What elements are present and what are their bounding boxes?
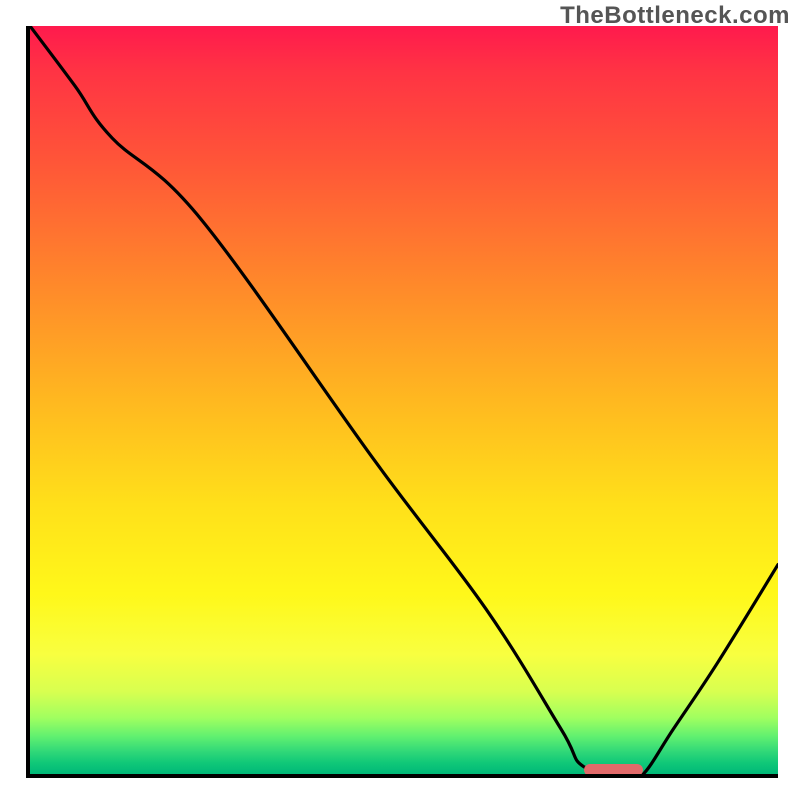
- chart-container: TheBottleneck.com: [0, 0, 800, 800]
- bottleneck-curve: [30, 26, 778, 774]
- plot-area: [26, 26, 778, 778]
- optimal-range-marker: [584, 764, 644, 776]
